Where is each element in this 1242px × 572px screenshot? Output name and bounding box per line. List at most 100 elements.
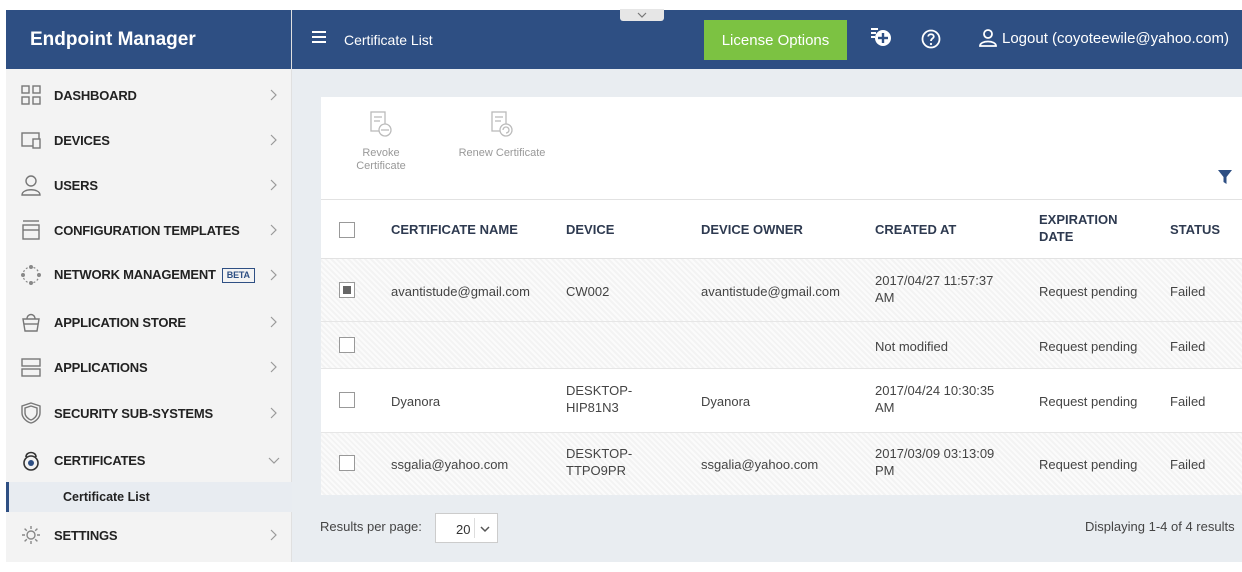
add-device-icon[interactable] — [870, 26, 892, 48]
sidebar-item-configuration-templates[interactable]: CONFIGURATION TEMPLATES — [6, 210, 292, 250]
device-line1: DESKTOP- — [566, 383, 633, 398]
revoke-label-line1: Revoke — [362, 147, 400, 159]
row-checkbox[interactable] — [339, 392, 355, 408]
column-header-created-at[interactable]: CREATED AT — [875, 221, 956, 238]
template-icon — [22, 220, 40, 240]
cell-device-owner: avantistude@gmail.com — [701, 284, 840, 299]
cell-status: Failed — [1170, 394, 1206, 409]
renew-certificate-button[interactable]: Renew Certificate — [447, 109, 557, 160]
column-header-device-owner[interactable]: DEVICE OWNER — [701, 221, 803, 238]
sidebar-item-label: DASHBOARD — [54, 87, 137, 103]
dashboard-grid-icon — [21, 85, 41, 105]
certificate-icon — [23, 451, 39, 471]
cell-status: Failed — [1170, 457, 1206, 472]
beta-badge: BETA — [221, 268, 255, 283]
app-title: Endpoint Manager — [6, 10, 291, 69]
cell-created-at: 2017/04/24 10:30:35 AM — [875, 382, 994, 416]
cell-device-owner: ssgalia@yahoo.com — [701, 457, 819, 472]
revoke-certificate-icon — [370, 111, 392, 137]
cell-certificate-name: avantistude@gmail.com — [391, 284, 530, 299]
sidebar-item-label: USERS — [54, 177, 98, 193]
row-checkbox[interactable] — [339, 337, 355, 353]
chevron-down-icon — [480, 526, 490, 533]
bottom-strip — [0, 562, 1242, 572]
sidebar-item-label: CONFIGURATION TEMPLATES — [54, 222, 240, 238]
hamburger-menu-icon[interactable] — [312, 31, 326, 43]
sidebar-item-label: SETTINGS — [54, 527, 118, 543]
table-row[interactable]: ssgalia@yahoo.com DESKTOP- TTPO9PR ssgali… — [321, 433, 1242, 495]
cell-certificate-name: Dyanora — [391, 394, 441, 409]
sidebar-item-label: SECURITY SUB-SYSTEMS — [54, 405, 214, 421]
row-checkbox[interactable] — [339, 455, 355, 471]
sidebar-item-security-sub-systems[interactable]: SECURITY SUB-SYSTEMS — [6, 393, 292, 433]
cell-device: DESKTOP- HIP81N3 — [566, 382, 632, 416]
license-options-button[interactable]: License Options — [704, 20, 847, 60]
column-header-status[interactable]: STATUS — [1170, 221, 1220, 238]
column-header-device[interactable]: DEVICE — [566, 221, 614, 238]
cell-device: CW002 — [566, 284, 610, 299]
cell-expiration-date: Request pending — [1039, 284, 1138, 299]
chevron-right-icon — [270, 361, 277, 373]
chevron-right-icon — [270, 89, 277, 101]
chevron-right-icon — [270, 224, 277, 236]
chevron-down-icon — [637, 12, 647, 18]
results-per-page-label: Results per page: — [320, 519, 422, 534]
sidebar-item-certificates[interactable]: CERTIFICATES — [6, 440, 292, 480]
renew-certificate-icon — [491, 111, 513, 137]
sidebar-item-network-management[interactable]: NETWORK MANAGEMENT BETA — [6, 255, 292, 295]
sidebar-item-label: APPLICATION STORE — [54, 314, 186, 330]
top-bar: Certificate List License Options Logout … — [292, 9, 1242, 69]
chevron-right-icon — [270, 134, 277, 146]
expiration-header-line2: DATE — [1039, 229, 1074, 244]
sidebar-item-applications[interactable]: APPLICATIONS — [6, 347, 292, 387]
results-per-page-select[interactable]: 20 — [435, 513, 498, 543]
cell-certificate-name: ssgalia@yahoo.com — [391, 457, 509, 472]
chevron-right-icon — [270, 529, 277, 541]
revoke-certificate-button[interactable]: Revoke Certificate — [351, 109, 411, 173]
column-header-certificate-name[interactable]: CERTIFICATE NAME — [391, 221, 518, 238]
cell-status: Failed — [1170, 284, 1206, 299]
sidebar-item-dashboard[interactable]: DASHBOARD — [6, 75, 292, 115]
revoke-label-line2: Certificate — [356, 160, 406, 172]
help-icon[interactable] — [920, 28, 942, 50]
sidebar: Endpoint Manager DASHBOARD DEVICES USERS… — [6, 10, 292, 562]
chevron-right-icon — [270, 179, 277, 191]
filter-icon[interactable] — [1218, 170, 1232, 184]
select-divider — [474, 518, 475, 538]
created-line2: PM — [875, 463, 895, 478]
cell-created-at: 2017/04/27 11:57:37 AM — [875, 272, 993, 306]
user-icon — [979, 29, 997, 47]
logout-link[interactable]: Logout (coyoteewile@yahoo.com) — [978, 28, 1229, 48]
device-line2: TTPO9PR — [566, 463, 626, 478]
cell-expiration-date: Request pending — [1039, 457, 1138, 472]
sidebar-item-devices[interactable]: DEVICES — [6, 120, 292, 160]
created-line1: 2017/04/27 11:57:37 — [875, 273, 994, 288]
chevron-right-icon — [270, 316, 277, 328]
table-row[interactable]: Not modified Request pending Failed — [321, 322, 1242, 369]
cell-device: DESKTOP- TTPO9PR — [566, 445, 632, 479]
row-checkbox[interactable] — [339, 282, 355, 298]
sidebar-item-users[interactable]: USERS — [6, 165, 292, 205]
table-header: CERTIFICATE NAME DEVICE DEVICE OWNER CRE… — [321, 199, 1242, 259]
column-header-expiration-date[interactable]: EXPIRATION DATE — [1039, 211, 1118, 245]
sidebar-item-label: DEVICES — [54, 132, 110, 148]
network-label-text: NETWORK MANAGEMENT — [54, 267, 216, 282]
logout-label: Logout (coyoteewile@yahoo.com) — [1002, 29, 1230, 47]
collapse-header-tab[interactable] — [620, 9, 664, 21]
created-line2: AM — [875, 400, 895, 415]
sidebar-item-settings[interactable]: SETTINGS — [6, 515, 292, 555]
sidebar-subitem-label: Certificate List — [63, 490, 150, 504]
created-line1: 2017/03/09 03:13:09 — [875, 446, 995, 461]
devices-icon — [21, 132, 41, 149]
sidebar-subitem-certificate-list[interactable]: Certificate List — [6, 482, 292, 512]
results-count: Displaying 1-4 of 4 results — [1085, 519, 1235, 534]
network-icon — [21, 265, 41, 285]
chevron-right-icon — [270, 407, 277, 419]
select-all-checkbox[interactable] — [339, 222, 355, 238]
table-row[interactable]: avantistude@gmail.com CW002 avantistude@… — [321, 259, 1242, 322]
device-line1: DESKTOP- — [566, 446, 633, 461]
table-row[interactable]: Dyanora DESKTOP- HIP81N3 Dyanora 2017/04/… — [321, 369, 1242, 433]
sidebar-item-application-store[interactable]: APPLICATION STORE — [6, 302, 292, 342]
cell-created-at: Not modified — [875, 339, 948, 354]
user-icon — [21, 175, 41, 196]
